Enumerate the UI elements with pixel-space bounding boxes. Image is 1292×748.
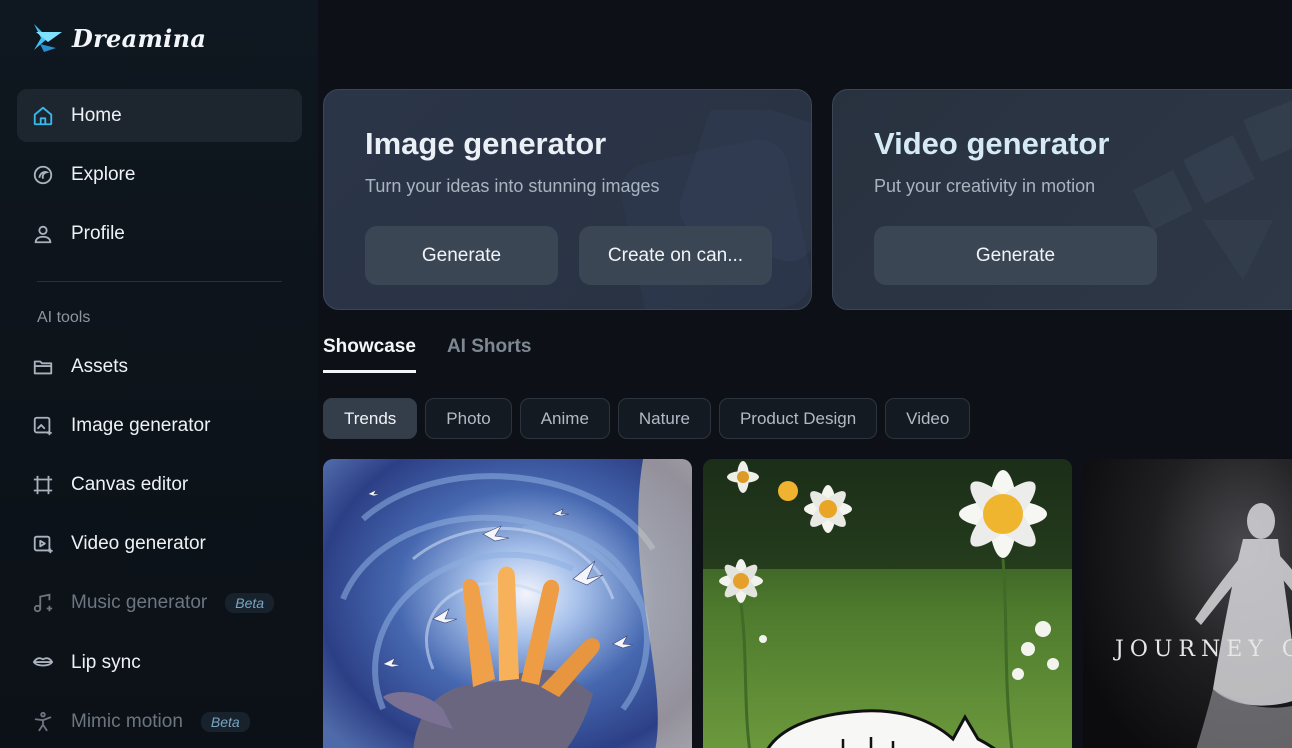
logo-wordmark: Dreamina: [72, 23, 207, 53]
nav-item-label: Music generator: [71, 591, 208, 613]
nav-item-label: Assets: [71, 355, 129, 377]
nav-item-image-generator[interactable]: Image generator: [17, 399, 302, 452]
nav-item-mimic-motion[interactable]: Mimic motion Beta: [17, 695, 302, 748]
folder-icon: [31, 355, 55, 379]
thumbnail-image-hand-birds: [323, 459, 692, 748]
video-generator-icon: [31, 532, 55, 556]
image-generator-icon: [31, 414, 55, 438]
filter-chip-product-design[interactable]: Product Design: [718, 398, 878, 439]
tab-showcase[interactable]: Showcase: [323, 336, 416, 373]
nav-item-label: Image generator: [71, 414, 211, 436]
beta-badge: Beta: [200, 711, 250, 732]
filter-chip-trends[interactable]: Trends: [323, 398, 418, 439]
app-root: Dreamina Home Explore Profile AI tools A…: [0, 0, 1292, 748]
filter-chip-nature[interactable]: Nature: [617, 398, 711, 439]
nav-item-label: Mimic motion: [71, 710, 183, 732]
video-generate-button[interactable]: Generate: [874, 226, 1157, 285]
showcase-thumbnail[interactable]: [703, 459, 1072, 748]
nav-item-canvas-editor[interactable]: Canvas editor: [17, 458, 302, 511]
nav-item-explore[interactable]: Explore: [17, 148, 302, 201]
dreamina-logo-icon: [34, 24, 62, 52]
tab-ai-shorts[interactable]: AI Shorts: [447, 336, 531, 373]
mimic-motion-icon: [31, 710, 55, 734]
filter-chips: Trends Photo Anime Nature Product Design…: [323, 398, 971, 439]
canvas-icon: [31, 473, 55, 497]
profile-icon: [31, 222, 55, 246]
nav-item-label: Canvas editor: [71, 473, 189, 495]
nav-item-label: Profile: [71, 222, 125, 244]
filter-chip-anime[interactable]: Anime: [519, 398, 610, 439]
section-label-ai-tools: AI tools: [37, 309, 91, 326]
thumbnail-caption: JOURNEY O: [1115, 637, 1292, 662]
card-title: Image generator: [365, 126, 607, 161]
nav-item-video-generator[interactable]: Video generator: [17, 517, 302, 570]
card-subtitle: Put your creativity in motion: [874, 176, 1096, 196]
nav-item-assets[interactable]: Assets: [17, 340, 302, 393]
nav-item-profile[interactable]: Profile: [17, 207, 302, 260]
explore-icon: [31, 163, 55, 187]
nav-item-label: Video generator: [71, 532, 206, 554]
card-title: Video generator: [874, 126, 1110, 161]
home-icon: [31, 104, 55, 128]
video-generator-card: Video generator Put your creativity in m…: [832, 89, 1292, 310]
showcase-thumbnail[interactable]: [323, 459, 692, 748]
logo[interactable]: Dreamina: [30, 18, 206, 58]
music-icon: [31, 591, 55, 615]
nav-item-label: Lip sync: [71, 651, 141, 673]
content-tabs: Showcase AI Shorts: [323, 336, 531, 373]
image-generator-card: Image generator Turn your ideas into stu…: [323, 89, 812, 310]
lip-sync-icon: [31, 651, 55, 675]
nav-item-music-generator[interactable]: Music generator Beta: [17, 576, 302, 629]
filter-chip-photo[interactable]: Photo: [425, 398, 512, 439]
nav-item-home[interactable]: Home: [17, 89, 302, 142]
nav-item-lip-sync[interactable]: Lip sync: [17, 636, 302, 689]
thumbnail-image-daisies-cat: [703, 459, 1072, 748]
nav-item-label: Explore: [71, 163, 136, 185]
sidebar: Dreamina Home Explore Profile AI tools A…: [0, 0, 318, 748]
showcase-thumbnail[interactable]: JOURNEY O: [1083, 459, 1292, 748]
sidebar-divider: [37, 281, 282, 282]
create-on-canvas-button[interactable]: Create on can...: [579, 226, 772, 285]
filter-chip-video[interactable]: Video: [885, 398, 971, 439]
image-generate-button[interactable]: Generate: [365, 226, 558, 285]
beta-badge: Beta: [225, 592, 275, 613]
thumbnail-image-ghost-figure: [1083, 459, 1292, 748]
nav-item-label: Home: [71, 104, 122, 126]
card-subtitle: Turn your ideas into stunning images: [365, 176, 660, 196]
